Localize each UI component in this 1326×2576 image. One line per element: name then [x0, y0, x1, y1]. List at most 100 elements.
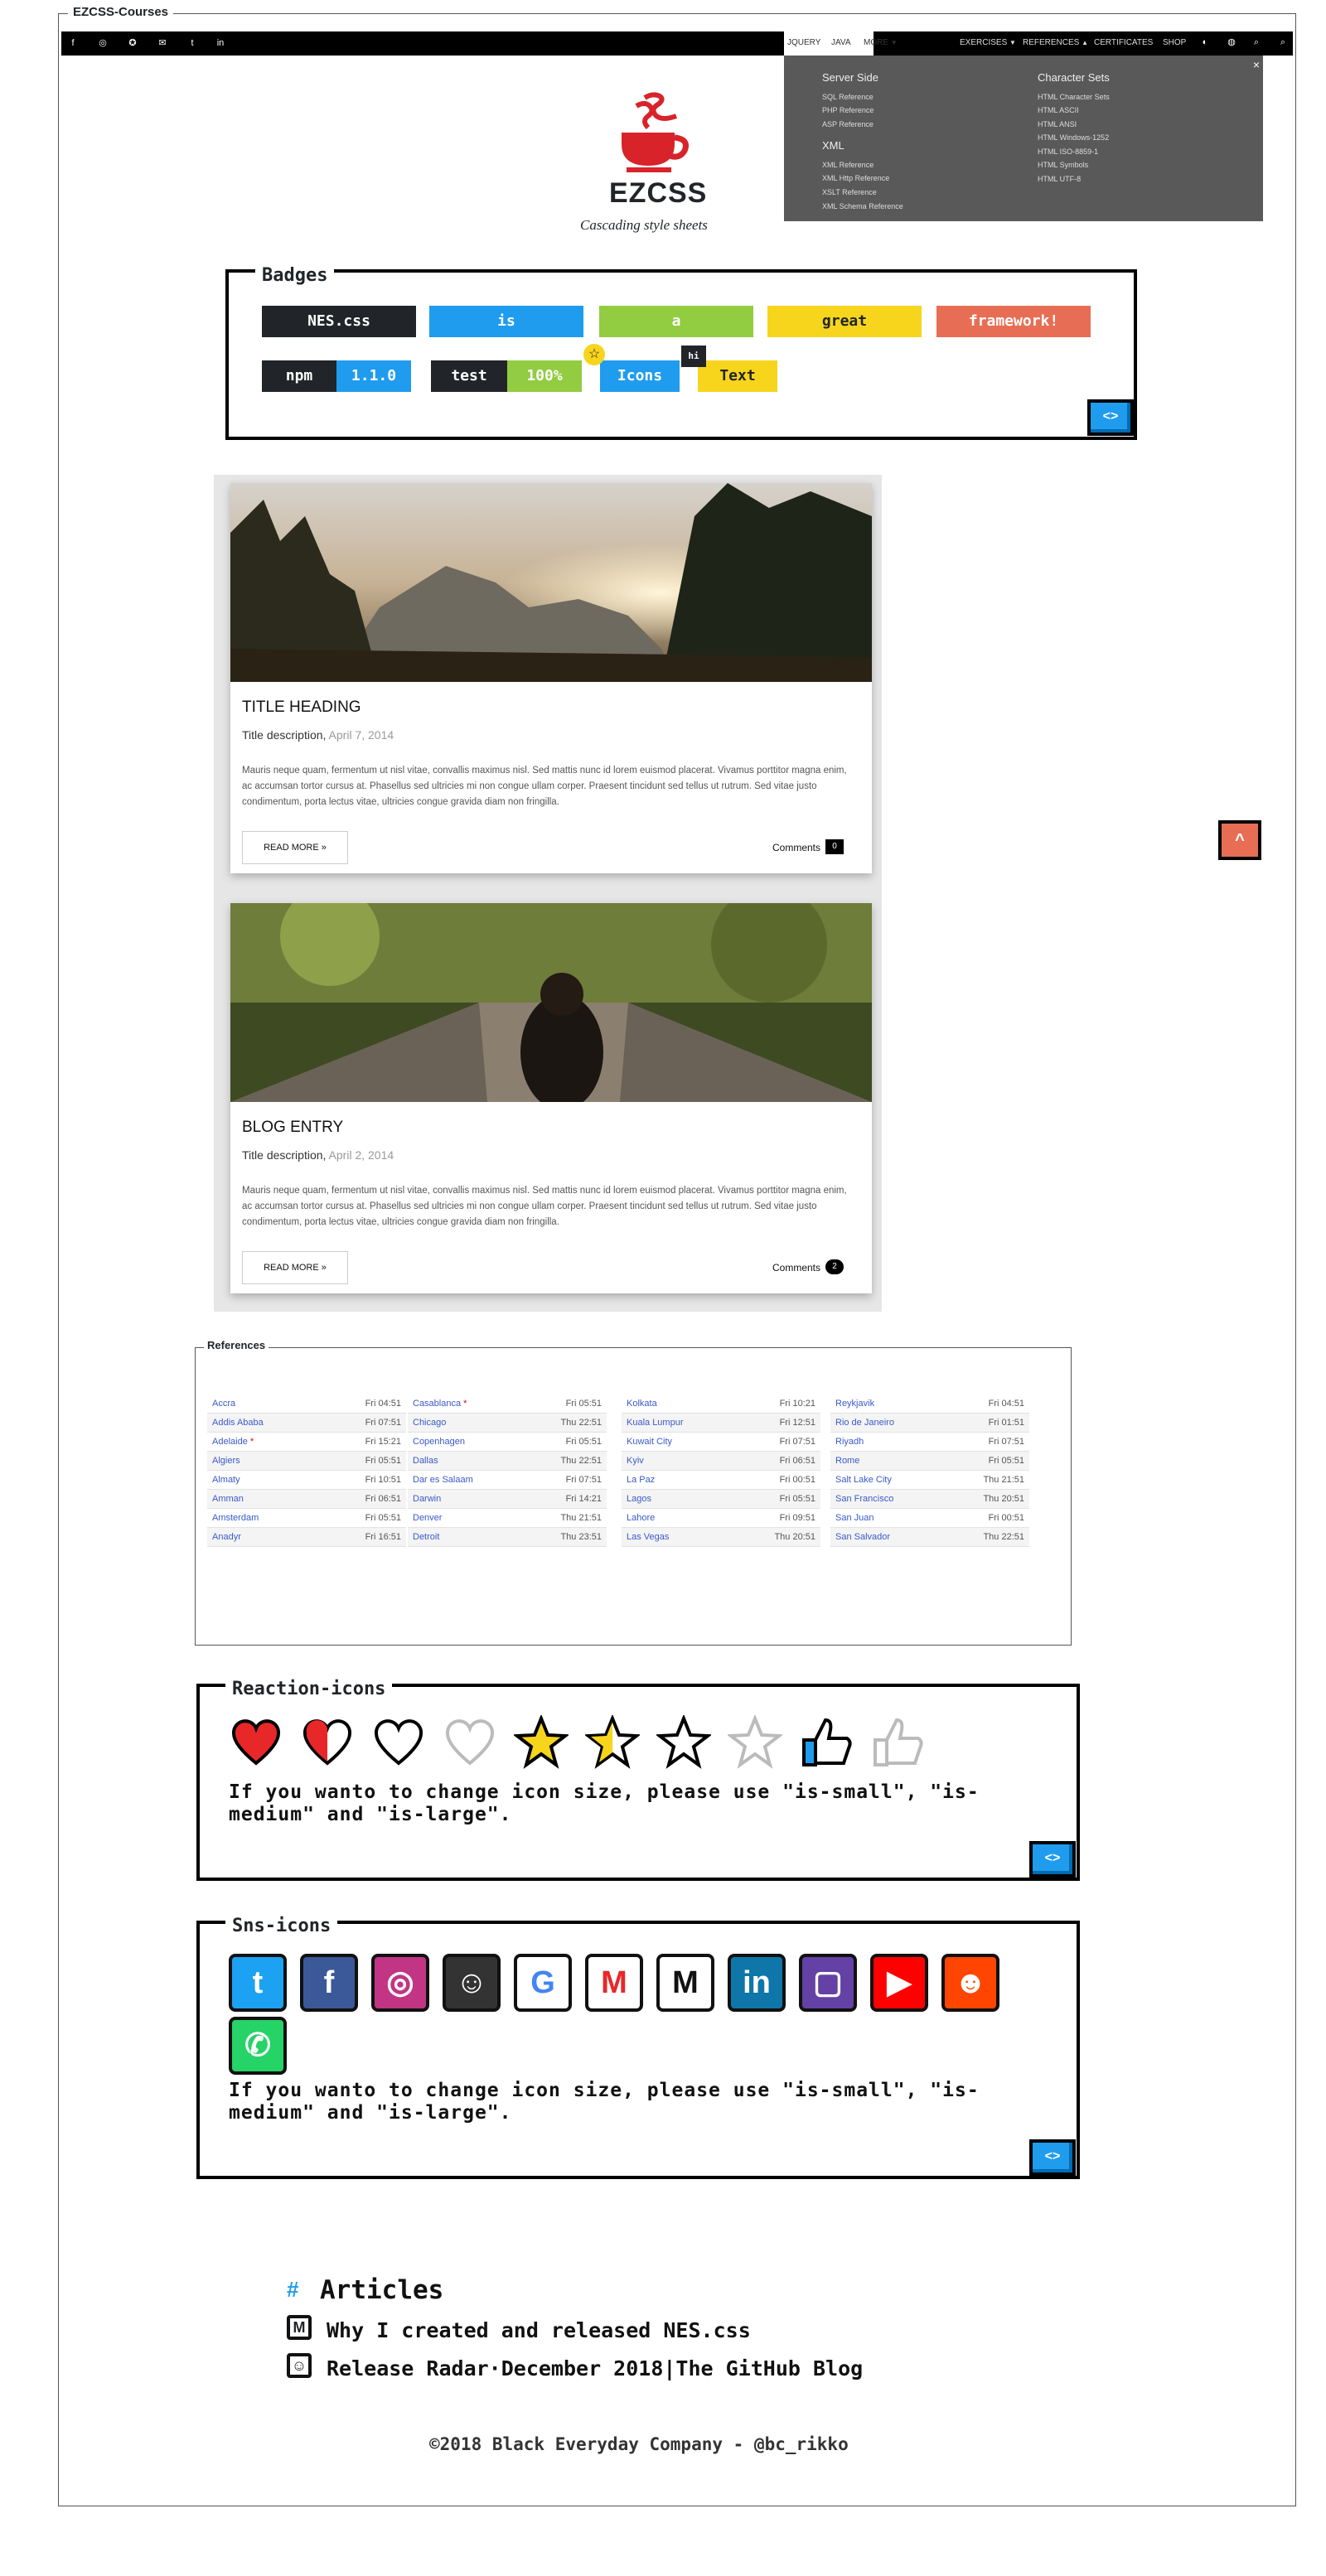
nav-jquery[interactable]: JQUERY	[787, 36, 820, 51]
dropdown-item[interactable]: SQL Reference	[822, 93, 874, 101]
timezone-time: Thu 20:51	[774, 1532, 815, 1542]
dropdown-item[interactable]: XSLT Reference	[822, 188, 877, 196]
read-more-button[interactable]: READ MORE »	[242, 831, 348, 864]
email-icon[interactable]: ✉	[156, 36, 169, 50]
timezone-city-link[interactable]: San Salvador	[835, 1528, 890, 1546]
timezone-city-link[interactable]: Addis Ababa	[212, 1414, 264, 1432]
dropdown-item[interactable]: XML Http Reference	[822, 174, 889, 182]
comments-label[interactable]: Comments	[772, 1262, 820, 1274]
instagram-icon: ◎	[371, 1954, 429, 2012]
globe-icon[interactable]: ◍	[1225, 36, 1238, 49]
logo-tagline: Cascading style sheets	[580, 217, 708, 233]
timezone-city-link[interactable]: Anadyr	[212, 1528, 241, 1546]
timezone-time: Fri 15:21	[365, 1437, 401, 1447]
show-code-button[interactable]: <>	[1087, 399, 1134, 436]
contrast-icon[interactable]: ◐	[1198, 36, 1212, 49]
scroll-top-button[interactable]: ^	[1218, 820, 1261, 860]
timezone-city-link[interactable]: Lagos	[627, 1490, 651, 1508]
nav-exercises[interactable]: EXERCISES ▼	[960, 36, 1016, 51]
timezone-city-link[interactable]: Kuwait City	[627, 1433, 672, 1451]
timezone-city-link[interactable]: Almaty	[212, 1471, 240, 1489]
timezone-column: Kolkata Fri 10:21 Kuala Lumpur Fri 12:51 Kuw…	[622, 1394, 820, 1547]
show-code-button[interactable]: <>	[1029, 2139, 1076, 2176]
timezone-city-link[interactable]: Copenhagen	[413, 1433, 465, 1451]
reddit-icon[interactable]: ✪	[126, 36, 139, 50]
timezone-city-link[interactable]: Denver	[413, 1509, 442, 1527]
timezone-city-link[interactable]: Amsterdam	[212, 1509, 259, 1527]
dropdown-item[interactable]: HTML ASCII	[1038, 106, 1079, 114]
timezone-city-link[interactable]: Darwin	[413, 1490, 441, 1508]
timezone-row: Adelaide * Fri 15:21	[207, 1433, 406, 1452]
search-icon[interactable]: ⌕	[1276, 36, 1290, 49]
article-link[interactable]: Why I created and released NES.css	[327, 2318, 751, 2342]
timezone-row: Accra Fri 04:51	[207, 1394, 406, 1414]
linkedin-icon[interactable]: in	[214, 36, 227, 50]
timezone-city-link[interactable]: Detroit	[413, 1528, 439, 1546]
timezone-city-link[interactable]: Accra	[212, 1394, 235, 1413]
timezone-time: Fri 05:51	[365, 1456, 401, 1466]
medium-icon: M	[656, 1954, 714, 2012]
article-link[interactable]: Release Radar·December 2018|The GitHub B…	[327, 2356, 863, 2380]
instagram-icon[interactable]: ◎	[96, 36, 109, 50]
close-icon[interactable]: ×	[1253, 58, 1260, 71]
timezone-time: Fri 05:51	[565, 1437, 602, 1447]
timezone-city-link[interactable]: Rio de Janeiro	[835, 1414, 894, 1432]
timezone-city-link[interactable]: Salt Lake City	[835, 1471, 892, 1489]
timezone-city-link[interactable]: La Paz	[627, 1471, 655, 1489]
read-more-button[interactable]: READ MORE »	[242, 1251, 348, 1284]
timezone-city-link[interactable]: Kolkata	[627, 1394, 657, 1413]
timezone-city-link[interactable]: Lahore	[627, 1509, 655, 1527]
timezone-city-link[interactable]: Kuala Lumpur	[627, 1414, 684, 1432]
timezone-time: Fri 00:51	[988, 1513, 1024, 1523]
dropdown-heading: Server Side	[822, 71, 878, 84]
timezone-city-link[interactable]: Dallas	[413, 1452, 438, 1470]
empty-heart-icon	[374, 1719, 423, 1766]
nav-more[interactable]: MORE ▼	[864, 36, 898, 51]
linkedin-icon: in	[728, 1954, 786, 2012]
timezone-row: Lagos Fri 05:51	[622, 1490, 820, 1509]
nav-certificates[interactable]: CERTIFICATES	[1094, 36, 1153, 51]
card-title: TITLE HEADING	[242, 698, 361, 716]
timezone-row: Dar es Salaam Fri 07:51	[408, 1471, 607, 1490]
twitter-icon[interactable]: t	[186, 36, 199, 50]
dropdown-item[interactable]: XML Reference	[822, 161, 874, 169]
timezone-row: Kyiv Fri 06:51	[622, 1452, 820, 1471]
timezone-city-link[interactable]: Adelaide *	[212, 1433, 254, 1451]
timezone-city-link[interactable]: Reykjavik	[835, 1394, 874, 1413]
timezone-city-link[interactable]: Dar es Salaam	[413, 1471, 473, 1489]
nav-references[interactable]: REFERENCES ▲	[1023, 36, 1088, 51]
timezone-city-link[interactable]: Algiers	[212, 1452, 240, 1470]
timezone-city-link[interactable]: San Juan	[835, 1509, 874, 1527]
twitch-icon: ▢	[799, 1954, 857, 2012]
badge-npm-right: 1.1.0	[336, 360, 411, 392]
dropdown-item[interactable]: HTML Character Sets	[1038, 93, 1110, 101]
facebook-icon[interactable]: f	[66, 36, 80, 50]
show-code-button[interactable]: <>	[1029, 1841, 1076, 1878]
nav-shop[interactable]: SHOP	[1163, 36, 1186, 51]
dropdown-item[interactable]: HTML ISO-8859-1	[1038, 147, 1098, 156]
timezone-city-link[interactable]: San Francisco	[835, 1490, 893, 1508]
timezone-time: Thu 23:51	[560, 1532, 602, 1542]
dropdown-item[interactable]: ASP Reference	[822, 120, 874, 128]
timezone-time: Fri 09:51	[779, 1513, 815, 1523]
timezone-city-link[interactable]: Las Vegas	[627, 1528, 669, 1546]
timezone-time: Fri 07:51	[365, 1418, 401, 1428]
timezone-city-link[interactable]: Rome	[835, 1452, 859, 1470]
timezone-time: Fri 10:21	[779, 1399, 815, 1409]
nav-java[interactable]: JAVA	[831, 36, 851, 51]
timezone-city-link[interactable]: Casablanca *	[413, 1394, 467, 1413]
dropdown-item[interactable]: XML Schema Reference	[822, 202, 903, 210]
timezone-time: Thu 22:51	[560, 1418, 602, 1428]
dropdown-item[interactable]: PHP Reference	[822, 106, 874, 114]
timezone-city-link[interactable]: Kyiv	[627, 1452, 644, 1470]
dropdown-item[interactable]: HTML Windows-1252	[1038, 133, 1109, 142]
timezone-city-link[interactable]: Amman	[212, 1490, 244, 1508]
dropdown-item[interactable]: HTML Symbols	[1038, 161, 1088, 169]
comments-label[interactable]: Comments	[772, 842, 820, 853]
dropdown-item[interactable]: HTML UTF-8	[1038, 175, 1081, 183]
timezone-time: Fri 07:51	[779, 1437, 815, 1447]
timezone-city-link[interactable]: Riyadh	[835, 1433, 864, 1451]
search-icon[interactable]: ⌕	[1250, 36, 1263, 49]
dropdown-item[interactable]: HTML ANSI	[1038, 120, 1077, 128]
timezone-city-link[interactable]: Chicago	[413, 1414, 446, 1432]
